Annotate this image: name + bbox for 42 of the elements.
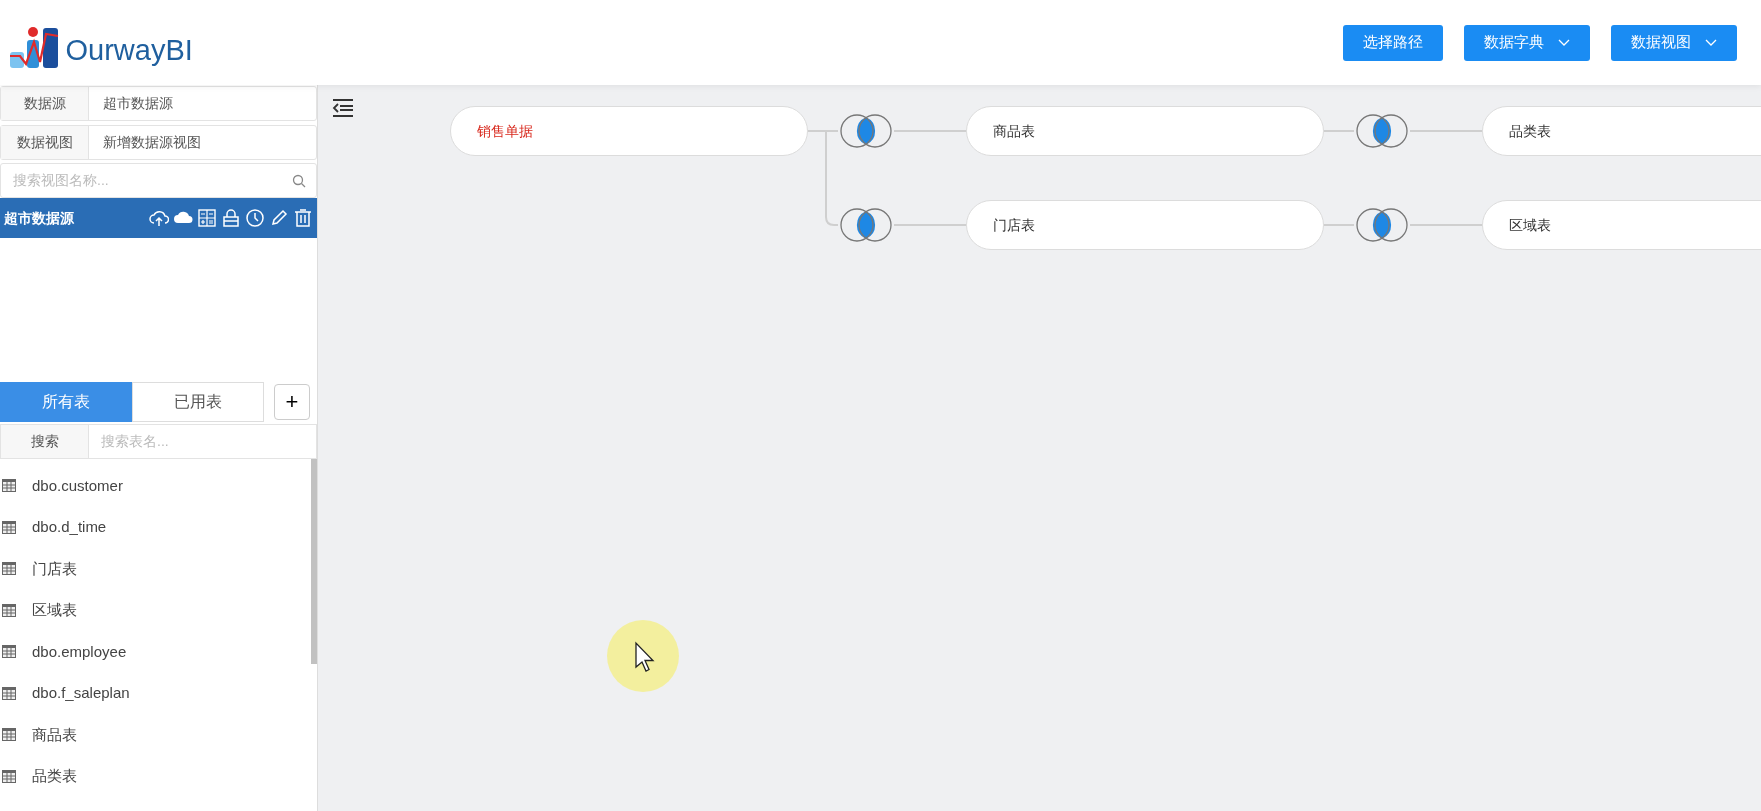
table-icon <box>2 520 16 534</box>
table-icon <box>2 603 16 617</box>
table-list-item[interactable]: dbo.f_saleplan <box>32 682 130 705</box>
table-icon <box>2 769 16 783</box>
inner-join-icon[interactable] <box>838 113 894 149</box>
table-list-item[interactable]: dbo.d_time <box>32 516 107 539</box>
table-node[interactable]: 区域表 <box>1482 200 1761 250</box>
search-field[interactable]: 搜索视图名称... <box>0 163 317 198</box>
search-icon[interactable] <box>292 173 306 188</box>
table-search-box[interactable]: 搜索 搜索表名... <box>0 424 317 459</box>
table-icon <box>2 728 16 742</box>
table-list-item[interactable]: dbo.employee <box>32 640 127 663</box>
table-icon <box>2 686 16 700</box>
table-list-item[interactable]: 区域表 <box>32 599 77 622</box>
trash-icon[interactable] <box>293 208 313 228</box>
lock-icon[interactable] <box>221 208 241 228</box>
table-node[interactable]: 门店表 <box>966 200 1324 250</box>
pencil-icon[interactable] <box>269 208 289 228</box>
collapse-menu-icon[interactable] <box>332 99 354 117</box>
table-tab[interactable]: 已用表 <box>132 382 264 422</box>
table-icon <box>2 562 16 576</box>
table-list-item[interactable]: 商品表 <box>32 723 77 746</box>
add-button[interactable]: + <box>274 384 310 420</box>
cursor-highlight-icon <box>606 619 680 693</box>
table-icon <box>2 479 16 493</box>
clock-icon[interactable] <box>245 208 265 228</box>
logo-text: OurwayBI <box>65 32 193 68</box>
calculator-icon[interactable] <box>197 208 217 228</box>
table-node[interactable]: 销售单据 <box>450 106 808 156</box>
view-list-item[interactable]: 超市数据源 <box>0 198 317 238</box>
search-label: 搜索 <box>1 425 89 458</box>
upload-icon[interactable] <box>149 208 169 228</box>
table-node[interactable]: 商品表 <box>966 106 1324 156</box>
scrollbar[interactable] <box>311 459 317 664</box>
table-icon <box>2 645 16 659</box>
inner-join-icon[interactable] <box>1354 113 1410 149</box>
inner-join-icon[interactable] <box>1354 207 1410 243</box>
inner-join-icon[interactable] <box>838 207 894 243</box>
table-list-item[interactable]: 门店表 <box>32 557 77 580</box>
table-list-item[interactable]: 品类表 <box>32 765 77 788</box>
table-node[interactable]: 品类表 <box>1482 106 1761 156</box>
table-list-item[interactable]: dbo.customer <box>32 474 123 497</box>
